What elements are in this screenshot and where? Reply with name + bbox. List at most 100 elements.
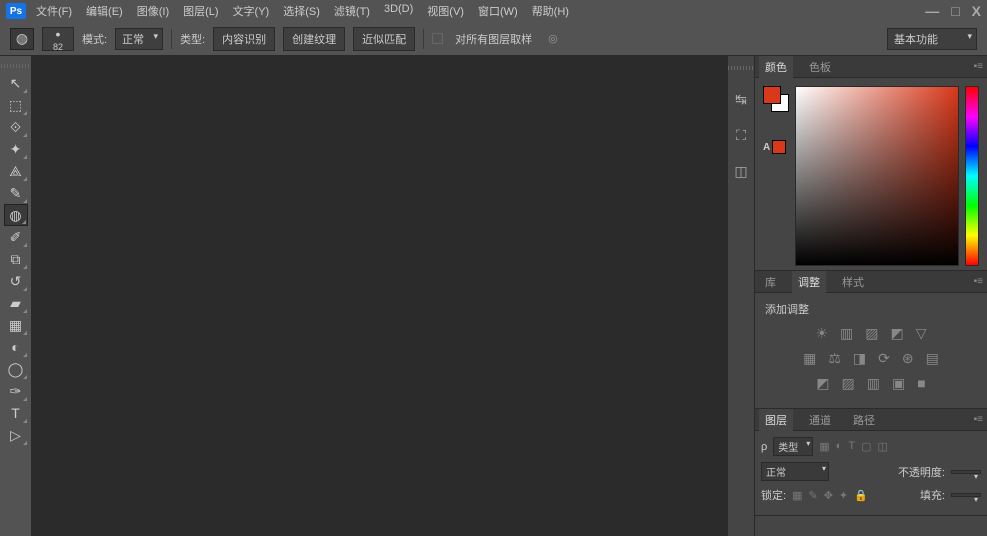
adjustment-icon[interactable]: ⟳ [878, 350, 890, 367]
canvas-area[interactable] [32, 56, 727, 536]
dodge-tool[interactable]: ◯ [4, 358, 28, 380]
panel-menu-icon[interactable]: ▪≡ [974, 61, 983, 72]
blend-mode-select[interactable]: 正常 [115, 28, 163, 50]
adjustment-icon[interactable]: ☀ [815, 325, 828, 342]
lock-icon[interactable]: ▦ [792, 489, 802, 502]
adjustment-icon[interactable]: ◩ [816, 375, 829, 392]
menu-file[interactable]: 文件(F) [36, 3, 72, 19]
proximity-match-button[interactable]: 近似匹配 [353, 27, 415, 51]
color-field[interactable] [795, 86, 959, 266]
brush-preset-picker[interactable]: • 82 [42, 27, 74, 51]
menu-3d[interactable]: 3D(D) [384, 3, 413, 19]
layer-filter-icon[interactable]: ▢ [861, 440, 871, 453]
tab-libraries[interactable]: 库 [759, 271, 782, 293]
spot-healing-tool[interactable]: ◍ [4, 204, 28, 226]
hue-slider[interactable] [965, 86, 979, 266]
move-tool[interactable]: ↖ [4, 72, 28, 94]
workspace-select[interactable]: 基本功能 [887, 28, 977, 50]
menu-type[interactable]: 文字(Y) [233, 3, 270, 19]
menu-select[interactable]: 选择(S) [283, 3, 320, 19]
adjustment-icon[interactable]: ◨ [853, 350, 866, 367]
magic-wand-tool[interactable]: ✦ [4, 138, 28, 160]
lock-icon[interactable]: 🔒 [854, 489, 868, 502]
adjustment-icon[interactable]: ▨ [865, 325, 878, 342]
opacity-label: 不透明度: [898, 464, 945, 480]
minimize-button[interactable]: — [925, 3, 939, 19]
path-select-tool[interactable]: ▷ [4, 424, 28, 446]
blur-tool[interactable]: ◐ [4, 336, 28, 358]
lasso-tool[interactable]: ⟐ [4, 116, 28, 138]
eraser-tool[interactable]: ▰ [4, 292, 28, 314]
type-tool[interactable]: T [4, 402, 28, 424]
menu-layer[interactable]: 图层(L) [183, 3, 218, 19]
current-tool-icon[interactable]: ◍ [10, 28, 34, 50]
adjustment-icon[interactable]: ▥ [840, 325, 853, 342]
tab-color[interactable]: 颜色 [759, 56, 793, 78]
menu-filter[interactable]: 滤镜(T) [334, 3, 370, 19]
layer-filter-icon[interactable]: ▦ [819, 440, 829, 453]
mode-label: 模式: [82, 31, 107, 47]
adjustment-icon[interactable]: ▨ [842, 375, 855, 392]
maximize-button[interactable]: □ [951, 3, 959, 19]
tab-swatches[interactable]: 色板 [803, 56, 837, 78]
properties-panel-icon[interactable]: ⛶ [732, 126, 750, 144]
main-menu: 文件(F) 编辑(E) 图像(I) 图层(L) 文字(Y) 选择(S) 滤镜(T… [36, 3, 569, 19]
lock-icon[interactable]: ✎ [808, 489, 817, 502]
history-brush-tool[interactable]: ↺ [4, 270, 28, 292]
menu-view[interactable]: 视图(V) [427, 3, 464, 19]
panel-menu-icon[interactable]: ▪≡ [974, 276, 983, 287]
menu-window[interactable]: 窗口(W) [478, 3, 518, 19]
gradient-tool[interactable]: ▦ [4, 314, 28, 336]
sample-all-checkbox[interactable] [432, 33, 443, 44]
text-color-swatch[interactable]: A [763, 140, 789, 154]
layer-filter-icon[interactable]: ◐ [836, 440, 843, 453]
eyedropper-tool[interactable]: ✎ [4, 182, 28, 204]
close-button[interactable]: X [972, 3, 981, 19]
character-panel-icon[interactable]: ◫ [732, 162, 750, 180]
create-texture-button[interactable]: 创建纹理 [283, 27, 345, 51]
panel-grip[interactable] [1, 64, 31, 68]
panel-menu-icon[interactable]: ▪≡ [974, 414, 983, 425]
content-aware-button[interactable]: 内容识别 [213, 27, 275, 51]
lock-icon[interactable]: ✦ [839, 489, 848, 502]
layer-filter-icon[interactable]: T [848, 440, 855, 453]
layer-filter-select[interactable]: 类型 [773, 437, 813, 456]
opacity-input[interactable] [951, 470, 981, 474]
adjustment-icon[interactable]: ▦ [803, 350, 816, 367]
color-panel: 颜色 色板 ▪≡ A [755, 56, 987, 271]
add-adjustment-label: 添加调整 [765, 301, 977, 317]
brush-tool[interactable]: ✐ [4, 226, 28, 248]
adjustment-icon[interactable]: ▤ [926, 350, 939, 367]
tab-styles[interactable]: 样式 [836, 271, 870, 293]
adjustment-icon[interactable]: ◩ [891, 325, 904, 342]
right-panels: 颜色 色板 ▪≡ A [755, 56, 987, 536]
history-panel-icon[interactable]: ↹ [732, 90, 750, 108]
panel-grip[interactable] [728, 66, 758, 70]
adjustment-icon[interactable]: ⊛ [902, 350, 914, 367]
tab-layers[interactable]: 图层 [759, 409, 793, 431]
layer-blend-select[interactable]: 正常 [761, 462, 829, 481]
fg-bg-swatch[interactable] [763, 86, 789, 112]
pen-tool[interactable]: ✑ [4, 380, 28, 402]
marquee-tool[interactable]: ⬚ [4, 94, 28, 116]
adjustment-icon[interactable]: ▽ [916, 325, 927, 342]
crop-tool[interactable]: ⟁ [4, 160, 28, 182]
menu-image[interactable]: 图像(I) [137, 3, 169, 19]
adjustment-icon[interactable]: ▥ [867, 375, 880, 392]
adjustment-icon[interactable]: ⚖ [828, 350, 841, 367]
tab-channels[interactable]: 通道 [803, 409, 837, 431]
foreground-color[interactable] [763, 86, 781, 104]
layer-filter-icon[interactable]: ◫ [877, 440, 887, 453]
menu-help[interactable]: 帮助(H) [532, 3, 569, 19]
fill-input[interactable] [951, 493, 981, 497]
tab-adjustments[interactable]: 调整 [792, 271, 826, 293]
lock-label: 锁定: [761, 487, 786, 503]
menu-edit[interactable]: 编辑(E) [86, 3, 123, 19]
clone-stamp-tool[interactable]: ⧉ [4, 248, 28, 270]
tools-panel: ↖⬚⟐✦⟁✎◍✐⧉↺▰▦◐◯✑T▷ [0, 56, 32, 536]
tab-paths[interactable]: 路径 [847, 409, 881, 431]
lock-icon[interactable]: ✥ [824, 489, 833, 502]
adjustment-icon[interactable]: ▣ [892, 375, 905, 392]
pressure-icon[interactable]: ◎ [548, 32, 558, 45]
adjustment-icon[interactable]: ■ [917, 375, 925, 392]
